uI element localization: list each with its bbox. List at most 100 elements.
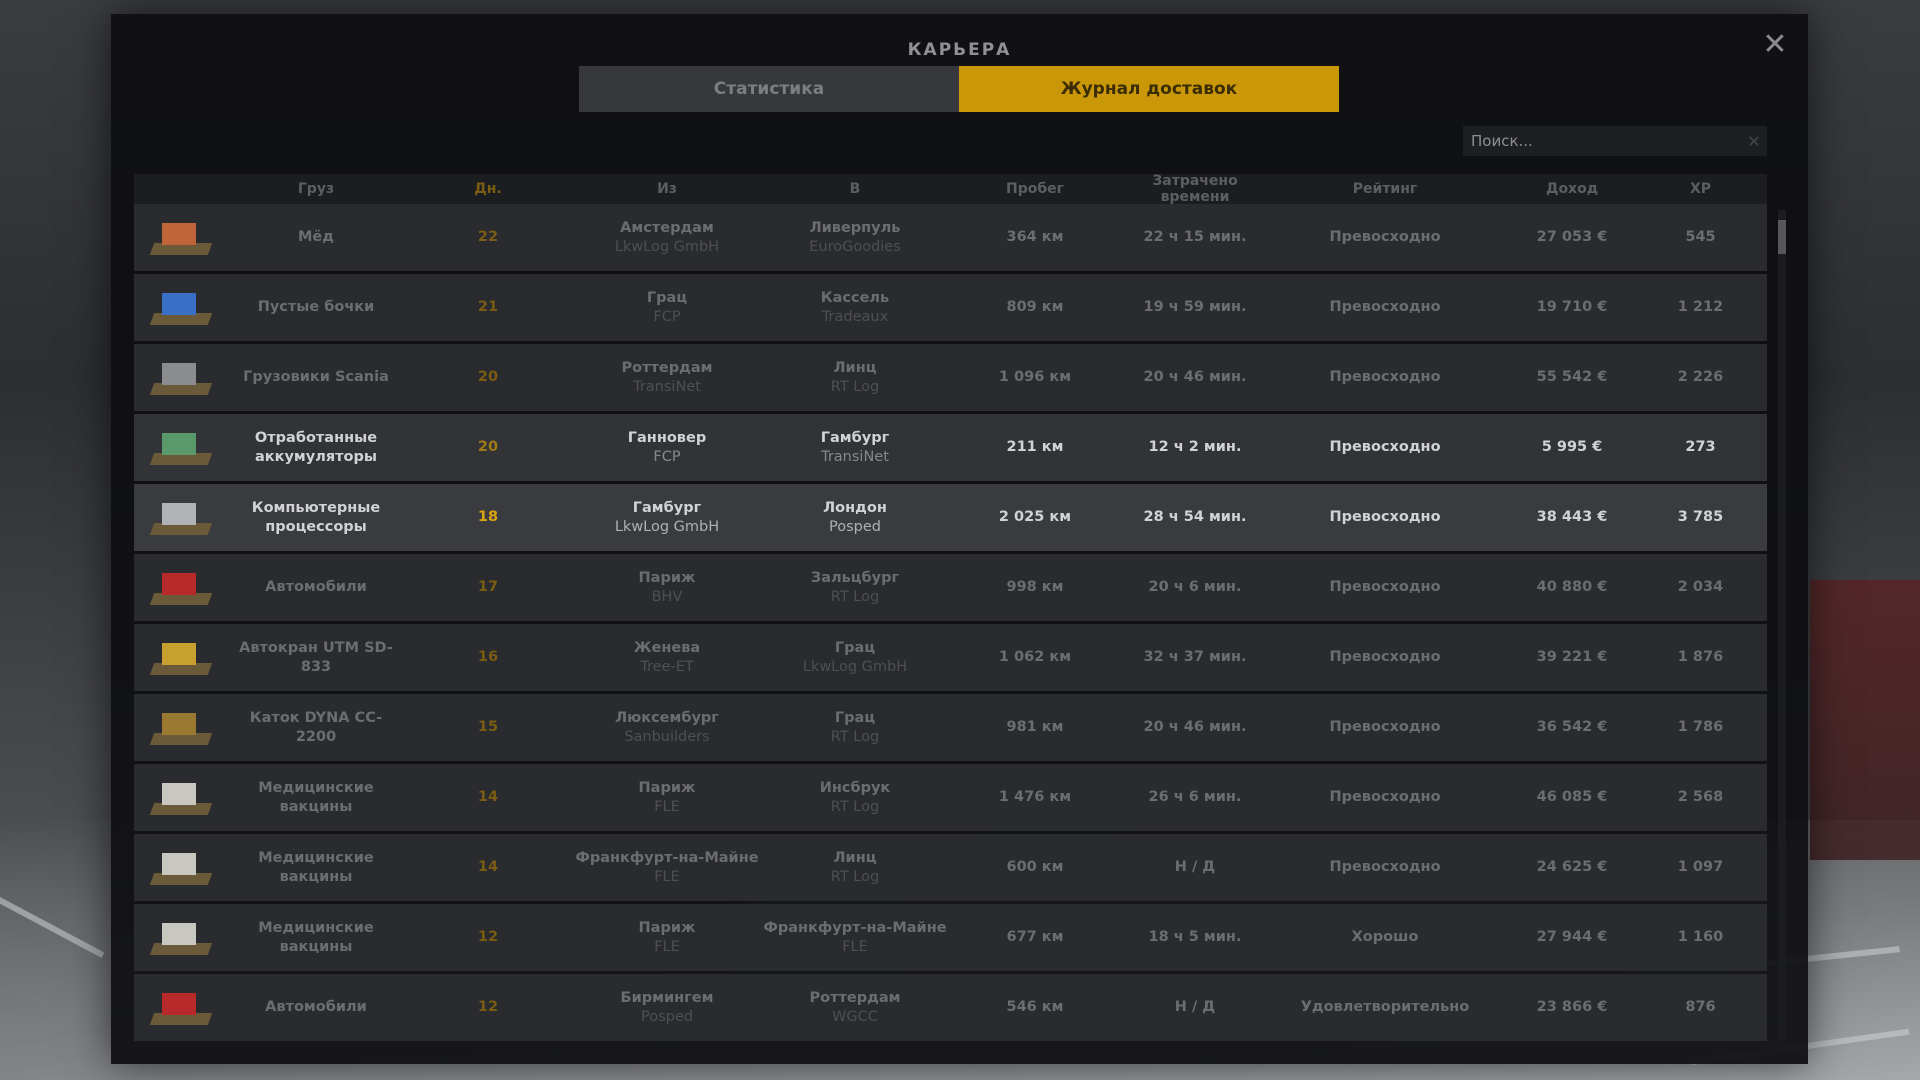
cargo-icon-cell [134, 775, 230, 821]
column-header-time[interactable]: Затрачено времени [1120, 173, 1270, 205]
column-header-distance[interactable]: Пробег [950, 181, 1120, 197]
distance: 1 476 км [998, 789, 1072, 805]
table-row[interactable]: Автомобили 12 Бирмингем Posped Роттердам WGCC… [134, 974, 1767, 1041]
destination-company: RT Log [830, 588, 880, 605]
scrollbar[interactable] [1778, 210, 1786, 1040]
origin-company: LkwLog GmbH [614, 238, 720, 255]
table-row[interactable]: Автокран UTM SD-833 16 Женева Tree-ET Грац Lk… [134, 624, 1767, 691]
scrollbar-thumb[interactable] [1778, 220, 1786, 254]
cargo-icon-cell [134, 635, 230, 681]
rating: Превосходно [1329, 859, 1441, 875]
cargo-icon-cell [134, 705, 230, 751]
rating: Превосходно [1329, 789, 1441, 805]
cargo-load-shape [162, 432, 196, 455]
table-row[interactable]: Медицинские вакцины 14 Франкфурт-на-Майне F… [134, 834, 1767, 901]
distance: 677 км [1006, 929, 1064, 945]
destination-company: WGCC [832, 1008, 878, 1025]
destination: Инсбрук RT Log [760, 779, 950, 817]
table-row[interactable]: Мёд 22 Амстердам LkwLog GmbH Ливерпуль EuroGo… [134, 204, 1767, 271]
cargo-name: Пустые бочки [257, 299, 375, 315]
xp: 2 034 [1677, 579, 1724, 595]
destination: Грац RT Log [760, 709, 950, 747]
tab-delivery-log[interactable]: Журнал доставок [959, 66, 1339, 112]
time-spent: 22 ч 15 мин. [1143, 229, 1247, 245]
destination-city: Зальцбург [810, 569, 900, 586]
origin-city: Париж [638, 569, 696, 586]
cargo-icon-cell [134, 355, 230, 401]
column-header-xp[interactable]: XP [1644, 181, 1757, 197]
cargo-name: Автомобили [265, 999, 367, 1015]
clear-search-icon[interactable]: ✕ [1741, 132, 1767, 151]
days-ago: 20 [477, 369, 499, 385]
days-ago: 14 [477, 859, 499, 875]
origin: Париж BHV [574, 569, 760, 607]
cargo-load-shape [162, 922, 196, 945]
days-ago: 17 [477, 579, 499, 595]
destination-city: Кассель [820, 289, 890, 306]
days-ago: 18 [477, 509, 499, 525]
destination: Грац LkwLog GmbH [760, 639, 950, 677]
income: 24 625 € [1536, 859, 1608, 875]
cargo-name: Автокран UTM SD-833 [239, 639, 393, 675]
column-header-rating[interactable]: Рейтинг [1270, 181, 1500, 197]
origin: Гамбург LkwLog GmbH [574, 499, 760, 537]
roller-cargo-icon [148, 705, 216, 751]
tab-statistics[interactable]: Статистика [579, 66, 959, 112]
table-row[interactable]: Медицинские вакцины 12 Париж FLE Франкфурт-н… [134, 904, 1767, 971]
destination-company: LkwLog GmbH [802, 658, 908, 675]
origin-city: Франкфурт-на-Майне [575, 849, 759, 866]
column-header-from[interactable]: Из [574, 181, 760, 197]
xp: 876 [1685, 999, 1716, 1015]
destination-city: Инсбрук [819, 779, 891, 796]
close-icon[interactable]: ✕ [1760, 30, 1790, 60]
column-header-days[interactable]: Дн. [402, 181, 574, 197]
origin-company: LkwLog GmbH [614, 518, 720, 535]
table-row[interactable]: Пустые бочки 21 Грац FCP Кассель Tradeaux 809 … [134, 274, 1767, 341]
income: 5 995 € [1541, 439, 1603, 455]
destination-city: Роттердам [809, 989, 901, 1006]
table-row[interactable]: Грузовики Scania 20 Роттердам TransiNet Линц… [134, 344, 1767, 411]
origin: Бирмингем Posped [574, 989, 760, 1027]
destination: Линц RT Log [760, 359, 950, 397]
days-ago: 15 [477, 719, 499, 735]
destination-company: RT Log [830, 868, 880, 885]
origin: Франкфурт-на-Майне FLE [574, 849, 760, 887]
xp: 3 785 [1677, 509, 1724, 525]
cargo-load-shape [162, 782, 196, 805]
time-spent: 12 ч 2 мин. [1148, 439, 1242, 455]
cargo-name: Мёд [298, 229, 334, 245]
table-row[interactable]: Каток DYNA CC-2200 15 Люксембург Sanbuilder… [134, 694, 1767, 761]
truck-cargo-icon [148, 355, 216, 401]
column-header-income[interactable]: Доход [1500, 181, 1644, 197]
destination-city: Ливерпуль [809, 219, 901, 236]
origin-company: BHV [651, 588, 683, 605]
rating: Превосходно [1329, 579, 1441, 595]
destination-company: FLE [842, 938, 868, 955]
income: 23 866 € [1536, 999, 1608, 1015]
income: 36 542 € [1536, 719, 1608, 735]
rating: Превосходно [1329, 509, 1441, 525]
cargo-icon-cell [134, 215, 230, 261]
delivery-log-table: Груз Дн. Из В Пробег Затрачено времени Р… [134, 173, 1767, 1044]
cargo-load-shape [162, 852, 196, 875]
xp: 273 [1685, 439, 1716, 455]
days-ago: 21 [477, 299, 499, 315]
xp: 545 [1685, 229, 1716, 245]
table-row[interactable]: Компьютерные процессоры 18 Гамбург LkwLog G… [134, 484, 1767, 551]
table-row[interactable]: Медицинские вакцины 14 Париж FLE Инсбрук RT L… [134, 764, 1767, 831]
distance: 998 км [1006, 579, 1064, 595]
search-input[interactable] [1463, 131, 1741, 151]
origin: Грац FCP [574, 289, 760, 327]
column-header-to[interactable]: В [760, 181, 950, 197]
background-wall [1810, 580, 1920, 860]
origin-city: Грац [646, 289, 688, 306]
table-row[interactable]: Отработанные аккумуляторы 20 Ганновер FCP Га… [134, 414, 1767, 481]
cargo-name: Каток DYNA CC-2200 [249, 709, 383, 745]
table-row[interactable]: Автомобили 17 Париж BHV Зальцбург RT Log 998 к… [134, 554, 1767, 621]
column-header-cargo[interactable]: Груз [230, 181, 402, 197]
vaccine-cargo-icon [148, 845, 216, 891]
income: 19 710 € [1536, 299, 1608, 315]
honey-cargo-icon [148, 215, 216, 261]
computer-cargo-icon [148, 495, 216, 541]
origin-city: Париж [638, 779, 696, 796]
